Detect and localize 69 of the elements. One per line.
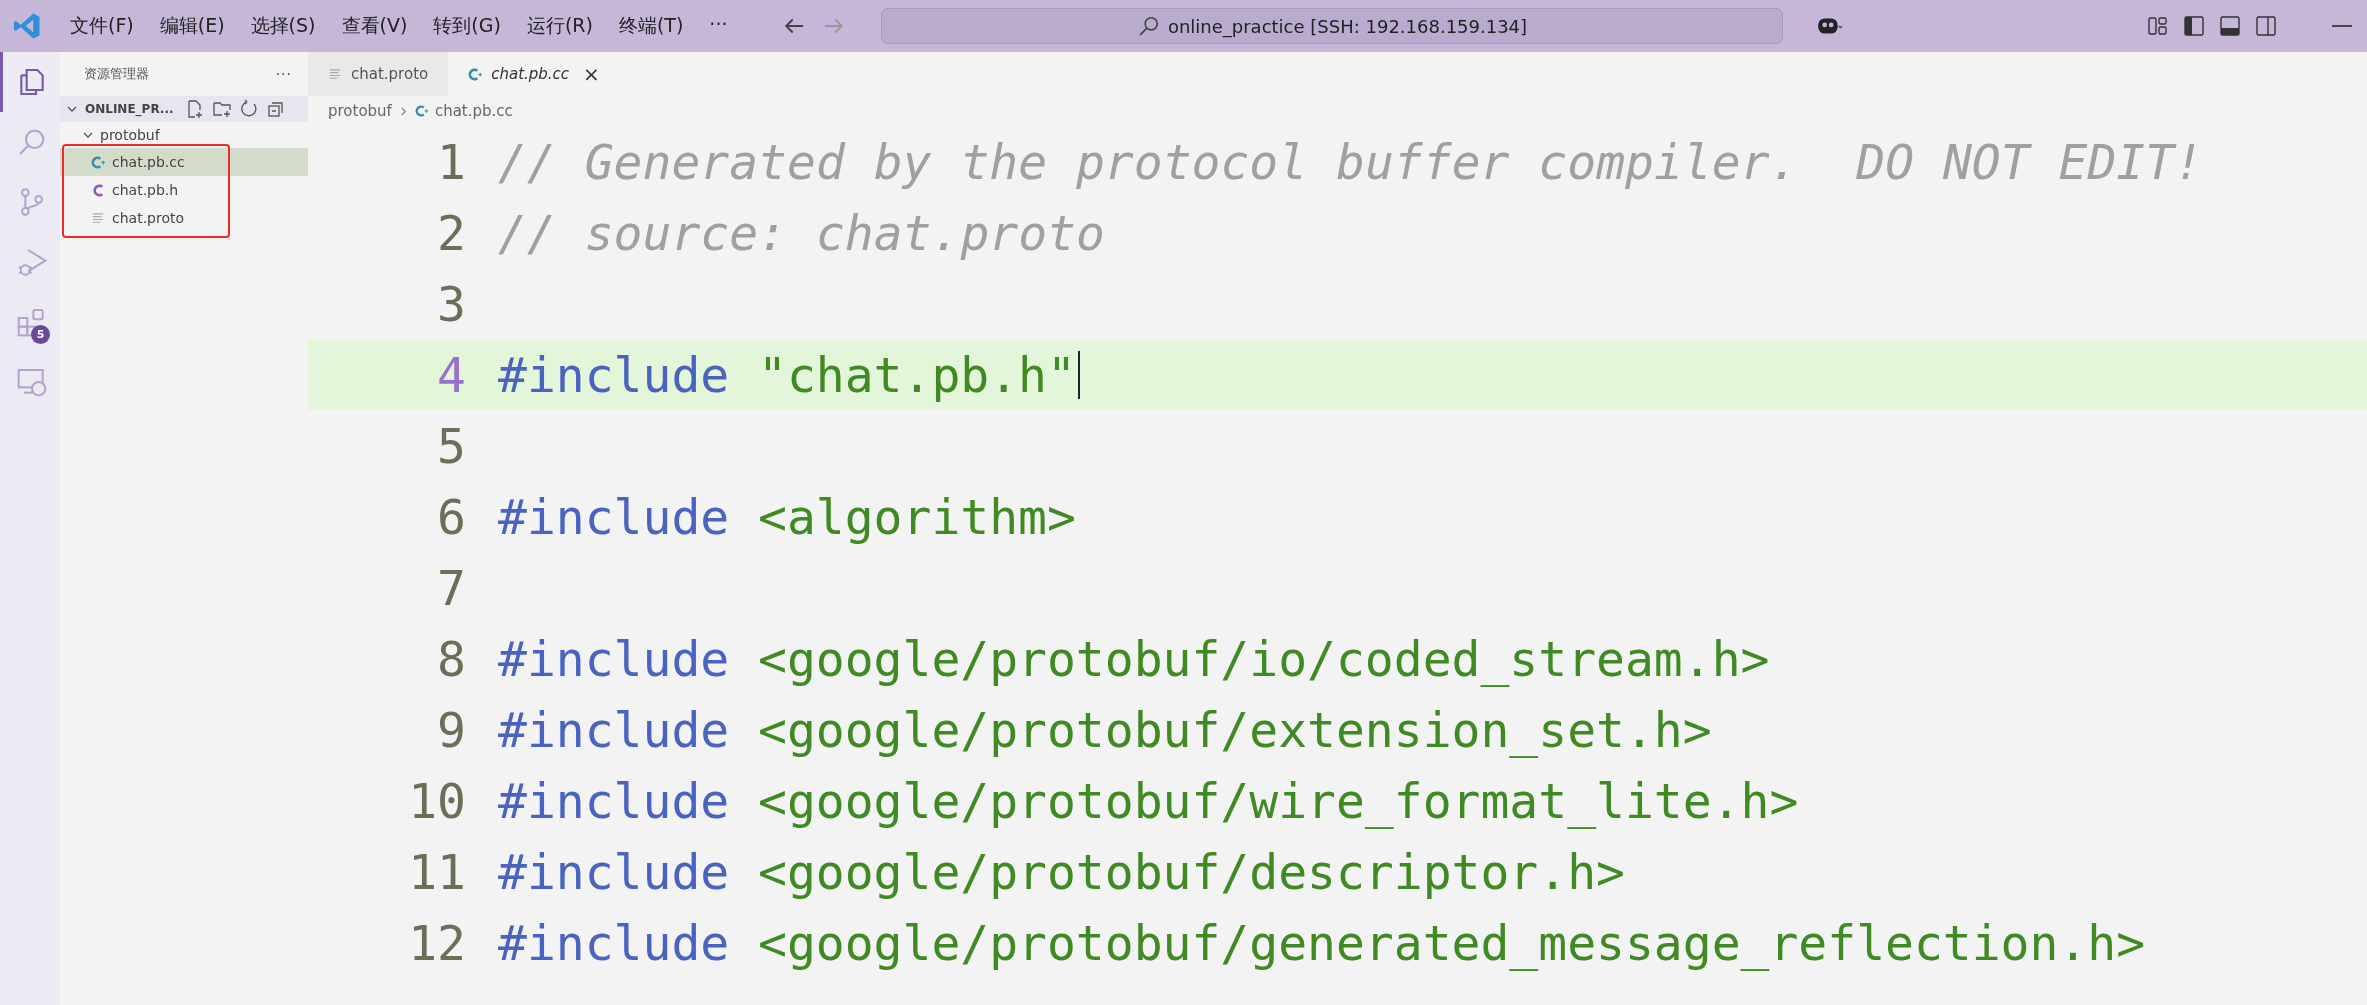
breadcrumb-item[interactable]: protobuf	[328, 102, 392, 120]
refresh-icon[interactable]	[238, 99, 259, 119]
sidebar-toggle-icon[interactable]	[2183, 15, 2205, 37]
project-name: ONLINE_PR...	[85, 102, 174, 116]
code-token: #include	[498, 488, 730, 545]
code-token: <google/protobuf/extension_set.h>	[758, 701, 1712, 758]
line-number: 11	[407, 843, 466, 900]
line-number: 9	[436, 701, 466, 758]
code-token: <algorithm>	[758, 488, 1076, 545]
code-token: "chat.pb.h"	[758, 346, 1076, 403]
menu-item[interactable]: 转到(G)	[433, 13, 501, 39]
menu-item[interactable]: 运行(R)	[526, 13, 593, 39]
code-token: #include	[498, 346, 730, 403]
close-tab-button[interactable]: ×	[583, 62, 600, 86]
menu-item[interactable]: 查看(V)	[341, 13, 408, 39]
line-number: 6	[436, 488, 466, 545]
file-item[interactable]: chat.proto	[60, 204, 308, 232]
code-token: // source: chat.proto	[498, 204, 1105, 261]
sidebar-title: 资源管理器	[84, 65, 149, 83]
menu-item[interactable]: 文件(F)	[70, 13, 134, 39]
breadcrumb-item[interactable]: chat.pb.cc	[434, 102, 513, 120]
line-number: 8	[436, 630, 466, 687]
text-cursor	[1077, 350, 1080, 399]
line-number: 10	[407, 772, 466, 829]
file-item[interactable]: chat.pb.cc	[60, 148, 308, 176]
code-token: #include	[498, 630, 730, 687]
menu-item[interactable]: 编辑(E)	[159, 13, 225, 39]
line-number: 5	[436, 417, 466, 474]
code-token: #include	[498, 914, 730, 971]
text-file-icon	[328, 66, 343, 82]
line-number: 7	[436, 559, 466, 616]
activity-bar-item[interactable]: 5	[0, 292, 60, 352]
code-token: // Generated by the protocol buffer compiler. DO NOT EDIT!	[498, 133, 2203, 190]
code-token: <google/protobuf/wire_format_lite.h>	[758, 772, 1799, 829]
command-center-text: online_practice [SSH: 192.168.159.134]	[1167, 15, 1528, 37]
code-token: <google/protobuf/descriptor.h>	[758, 843, 1625, 900]
menu-item[interactable]: 选择(S)	[250, 13, 316, 39]
cpp-file-icon	[91, 154, 106, 170]
c-file-icon	[91, 182, 106, 198]
editor-tab[interactable]: chat.proto	[308, 52, 449, 96]
line-number: 12	[407, 914, 466, 971]
remote-explorer-icon	[15, 366, 48, 398]
line-number: 4	[436, 346, 466, 403]
menu-item[interactable]: 终端(T)	[618, 13, 684, 39]
more-actions-button[interactable]: ···	[275, 66, 292, 82]
menu-item[interactable]: ···	[709, 13, 728, 39]
code-token: <google/protobuf/generated_message_reflection.h>	[758, 914, 2146, 971]
code-editor-logo-icon	[12, 11, 42, 41]
notification-badge: 5	[31, 325, 50, 344]
line-number: 3	[436, 275, 466, 332]
project-header[interactable]: ONLINE_PR...	[60, 96, 308, 122]
command-center[interactable]: online_practice [SSH: 192.168.159.134]	[881, 8, 1784, 44]
code-token: #include	[498, 772, 730, 829]
folder-item[interactable]: protobuf	[60, 122, 308, 148]
cpp-file-icon	[468, 66, 484, 82]
panel-toggle-icon[interactable]	[2219, 15, 2241, 37]
code-token: <google/protobuf/io/coded_stream.h>	[758, 630, 1770, 687]
collapse-all-icon[interactable]	[265, 99, 286, 119]
new-folder-icon[interactable]	[211, 99, 232, 119]
layout-icon[interactable]	[2147, 15, 2169, 37]
search-icon	[1137, 15, 1160, 37]
text-file-icon	[91, 210, 106, 226]
code-token: #include	[498, 701, 730, 758]
file-item[interactable]: chat.pb.h	[60, 176, 308, 204]
split-editor-icon[interactable]	[2255, 15, 2277, 37]
code-token: #include	[498, 843, 730, 900]
cpp-file-icon	[414, 104, 429, 118]
line-number: 2	[436, 204, 466, 261]
line-number: 1	[436, 133, 466, 190]
